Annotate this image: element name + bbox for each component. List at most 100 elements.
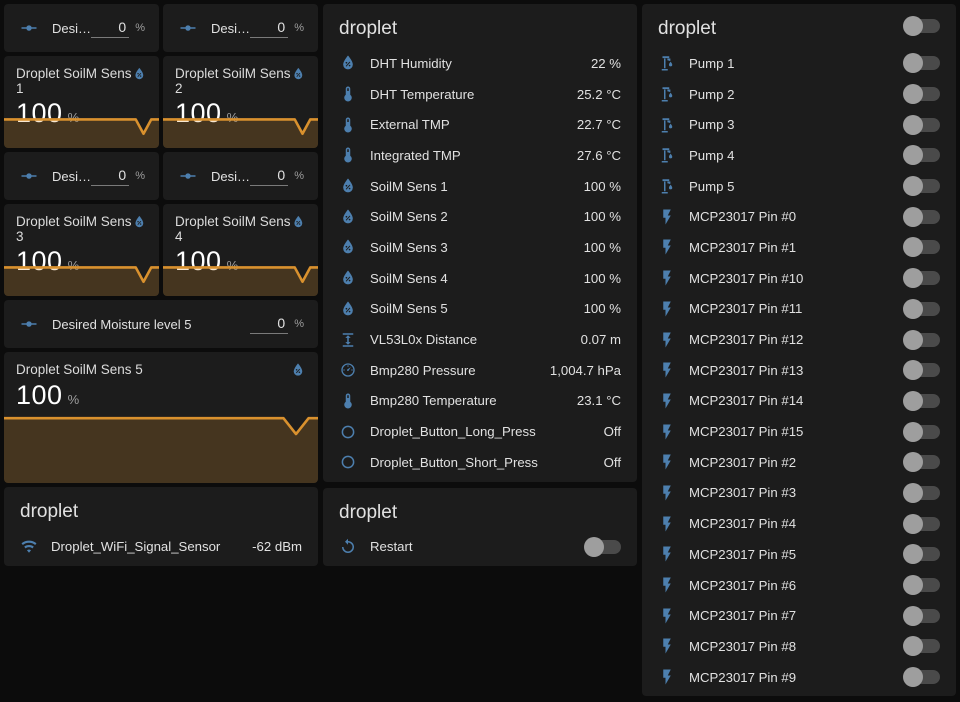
water-pump-icon bbox=[658, 54, 676, 72]
desired-moisture-card-1[interactable]: Desired … 0 % bbox=[4, 4, 159, 52]
entity-row[interactable]: External TMP 22.7 °C bbox=[323, 109, 637, 140]
entity-row[interactable]: Droplet_Button_Short_Press Off bbox=[323, 447, 637, 478]
toggle-switch[interactable] bbox=[905, 240, 940, 254]
sensor-title: Droplet SoilM Sens 5 bbox=[16, 362, 143, 377]
entity-row[interactable]: Droplet_Button_Long_Press Off bbox=[323, 416, 637, 447]
soil-sensor-card-3[interactable]: Droplet SoilM Sens 3 100 % bbox=[4, 204, 159, 296]
soil-sensor-card-4[interactable]: Droplet SoilM Sens 4 100 % bbox=[163, 204, 318, 296]
toggle-knob bbox=[903, 330, 923, 350]
soil-sensor-card-1[interactable]: Droplet SoilM Sens 1 100 % bbox=[4, 56, 159, 148]
entity-row[interactable]: MCP23017 Pin #1 bbox=[642, 232, 956, 263]
desired-moisture-card-4[interactable]: Desired … 0 % bbox=[163, 152, 318, 200]
toggle-switch[interactable] bbox=[905, 148, 940, 162]
toggle-switch[interactable] bbox=[905, 210, 940, 224]
toggle-switch[interactable] bbox=[905, 333, 940, 347]
toggle-switch[interactable] bbox=[905, 547, 940, 561]
entity-name: MCP23017 Pin #13 bbox=[689, 363, 905, 378]
toggle-switch[interactable] bbox=[905, 639, 940, 653]
entity-row[interactable]: SoilM Sens 2 100 % bbox=[323, 201, 637, 232]
entity-name: Pump 3 bbox=[689, 117, 905, 132]
toggle-switch[interactable] bbox=[905, 302, 940, 316]
entity-name: SoilM Sens 4 bbox=[370, 271, 584, 286]
toggle-switch[interactable] bbox=[586, 540, 621, 554]
number-input[interactable]: 0 bbox=[91, 19, 129, 38]
entity-row[interactable]: MCP23017 Pin #6 bbox=[642, 570, 956, 601]
thermometer-icon bbox=[339, 116, 357, 134]
desired-moisture-card-5[interactable]: Desired Moisture level 5 0 % bbox=[4, 300, 318, 348]
toggle-switch[interactable] bbox=[905, 56, 940, 70]
flash-icon bbox=[658, 668, 676, 686]
entity-row[interactable]: MCP23017 Pin #14 bbox=[642, 386, 956, 417]
toggle-switch[interactable] bbox=[905, 609, 940, 623]
toggle-switch[interactable] bbox=[905, 517, 940, 531]
toggle-switch[interactable] bbox=[905, 363, 940, 377]
number-input[interactable]: 0 bbox=[250, 315, 288, 334]
entity-row[interactable]: MCP23017 Pin #8 bbox=[642, 631, 956, 662]
gauge-icon bbox=[339, 361, 357, 379]
entity-name: MCP23017 Pin #15 bbox=[689, 424, 905, 439]
entity-row[interactable]: DHT Temperature 25.2 °C bbox=[323, 79, 637, 110]
entity-row[interactable]: MCP23017 Pin #3 bbox=[642, 478, 956, 509]
entity-row[interactable]: MCP23017 Pin #7 bbox=[642, 600, 956, 631]
toggle-switch[interactable] bbox=[905, 179, 940, 193]
card-header-toggle[interactable] bbox=[905, 19, 940, 33]
toggle-switch[interactable] bbox=[905, 486, 940, 500]
entity-state: 22.7 °C bbox=[577, 117, 621, 132]
toggle-switch[interactable] bbox=[905, 670, 940, 684]
water-pump-icon bbox=[658, 177, 676, 195]
entity-row[interactable]: Pump 2 bbox=[642, 79, 956, 110]
toggle-switch[interactable] bbox=[905, 87, 940, 101]
entity-row[interactable]: Restart bbox=[323, 532, 637, 563]
entity-row[interactable]: MCP23017 Pin #2 bbox=[642, 447, 956, 478]
entity-row[interactable]: VL53L0x Distance 0.07 m bbox=[323, 324, 637, 355]
desired-moisture-card-3[interactable]: Desired … 0 % bbox=[4, 152, 159, 200]
soil-sensor-card-5[interactable]: Droplet SoilM Sens 5 100 % bbox=[4, 352, 318, 483]
entity-row[interactable]: MCP23017 Pin #5 bbox=[642, 539, 956, 570]
entity-row[interactable]: DHT Humidity 22 % bbox=[323, 48, 637, 79]
toggle-switch[interactable] bbox=[905, 271, 940, 285]
toggle-switch[interactable] bbox=[905, 118, 940, 132]
toggle-switch[interactable] bbox=[905, 455, 940, 469]
entity-row[interactable]: Pump 5 bbox=[642, 171, 956, 202]
entity-name: MCP23017 Pin #2 bbox=[689, 455, 905, 470]
entity-row[interactable]: Bmp280 Temperature 23.1 °C bbox=[323, 386, 637, 417]
water-percent-icon bbox=[339, 300, 357, 318]
entity-row[interactable]: MCP23017 Pin #11 bbox=[642, 294, 956, 325]
desired-moisture-card-2[interactable]: Desired … 0 % bbox=[163, 4, 318, 52]
entity-row[interactable]: SoilM Sens 4 100 % bbox=[323, 263, 637, 294]
entity-row[interactable]: MCP23017 Pin #4 bbox=[642, 508, 956, 539]
entity-row[interactable]: Bmp280 Pressure 1,004.7 hPa bbox=[323, 355, 637, 386]
entity-row[interactable]: SoilM Sens 3 100 % bbox=[323, 232, 637, 263]
number-input[interactable]: 0 bbox=[250, 167, 288, 186]
flash-icon bbox=[658, 361, 676, 379]
entity-name: MCP23017 Pin #11 bbox=[689, 301, 905, 316]
entity-row[interactable]: SoilM Sens 5 100 % bbox=[323, 294, 637, 325]
entity-row[interactable]: MCP23017 Pin #15 bbox=[642, 416, 956, 447]
soil-sensor-card-2[interactable]: Droplet SoilM Sens 2 100 % bbox=[163, 56, 318, 148]
radiobox-blank-icon bbox=[339, 423, 357, 441]
entity-row[interactable]: Droplet_WiFi_Signal_Sensor -62 dBm bbox=[4, 531, 318, 562]
entity-row[interactable]: Pump 3 bbox=[642, 109, 956, 140]
number-input[interactable]: 0 bbox=[250, 19, 288, 38]
entity-row[interactable]: Pump 1 bbox=[642, 48, 956, 79]
toggle-knob bbox=[903, 575, 923, 595]
entity-name: MCP23017 Pin #1 bbox=[689, 240, 905, 255]
toggle-switch[interactable] bbox=[905, 394, 940, 408]
entity-row[interactable]: MCP23017 Pin #0 bbox=[642, 201, 956, 232]
wifi-icon bbox=[20, 537, 38, 555]
number-input[interactable]: 0 bbox=[91, 167, 129, 186]
entity-row[interactable]: Integrated TMP 27.6 °C bbox=[323, 140, 637, 171]
entity-row[interactable]: MCP23017 Pin #13 bbox=[642, 355, 956, 386]
toggle-switch[interactable] bbox=[905, 578, 940, 592]
arrow-expand-vertical-icon bbox=[339, 331, 357, 349]
restart-card: droplet Restart bbox=[323, 488, 637, 567]
entity-name: MCP23017 Pin #9 bbox=[689, 670, 905, 685]
entity-row[interactable]: MCP23017 Pin #9 bbox=[642, 662, 956, 693]
toggle-knob bbox=[903, 53, 923, 73]
entity-row[interactable]: MCP23017 Pin #10 bbox=[642, 263, 956, 294]
entity-row[interactable]: Pump 4 bbox=[642, 140, 956, 171]
entity-row[interactable]: SoilM Sens 1 100 % bbox=[323, 171, 637, 202]
radiobox-blank-icon bbox=[339, 453, 357, 471]
entity-row[interactable]: MCP23017 Pin #12 bbox=[642, 324, 956, 355]
toggle-switch[interactable] bbox=[905, 425, 940, 439]
